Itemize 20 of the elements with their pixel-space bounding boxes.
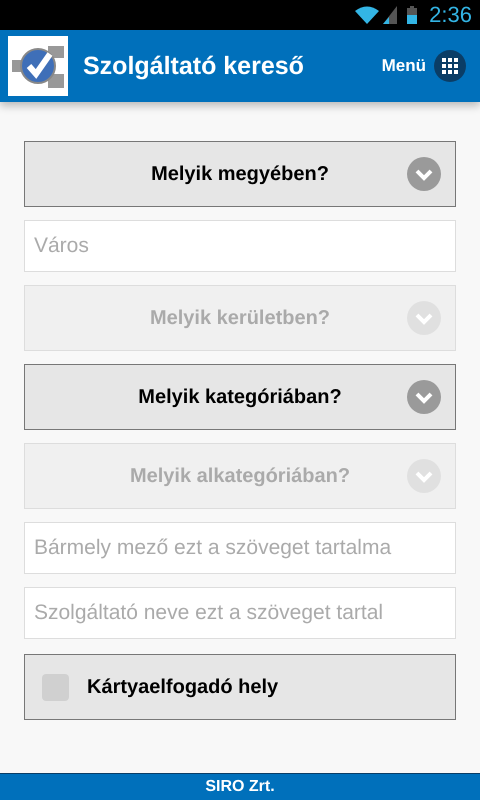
grid-icon <box>434 50 466 82</box>
menu-button[interactable]: Menü <box>382 50 466 82</box>
checkbox-label: Kártyaelfogadó hely <box>87 676 278 698</box>
logo-icon <box>8 36 68 96</box>
input-field[interactable]: Szolgáltató neve ezt a szöveget tartal <box>24 587 456 639</box>
input-field[interactable]: Város <box>24 220 456 272</box>
chevron-down-icon <box>407 301 441 335</box>
checkbox-row[interactable]: Kártyaelfogadó hely <box>24 654 456 720</box>
chevron-down-icon <box>407 459 441 493</box>
battery-icon <box>407 6 418 24</box>
wifi-icon <box>355 6 380 24</box>
input-field[interactable]: Bármely mező ezt a szöveget tartalma <box>24 522 456 574</box>
clock-time: 2:36 <box>429 2 472 28</box>
chevron-down-icon <box>407 380 441 414</box>
footer-text: SIRO Zrt. <box>205 778 275 796</box>
dropdown-select[interactable]: Melyik kategóriában? <box>24 364 456 430</box>
app-title: Szolgáltató kereső <box>83 52 305 80</box>
signal-icon <box>383 6 398 24</box>
dropdown-select[interactable]: Melyik megyében? <box>24 141 456 207</box>
chevron-down-icon <box>407 157 441 191</box>
